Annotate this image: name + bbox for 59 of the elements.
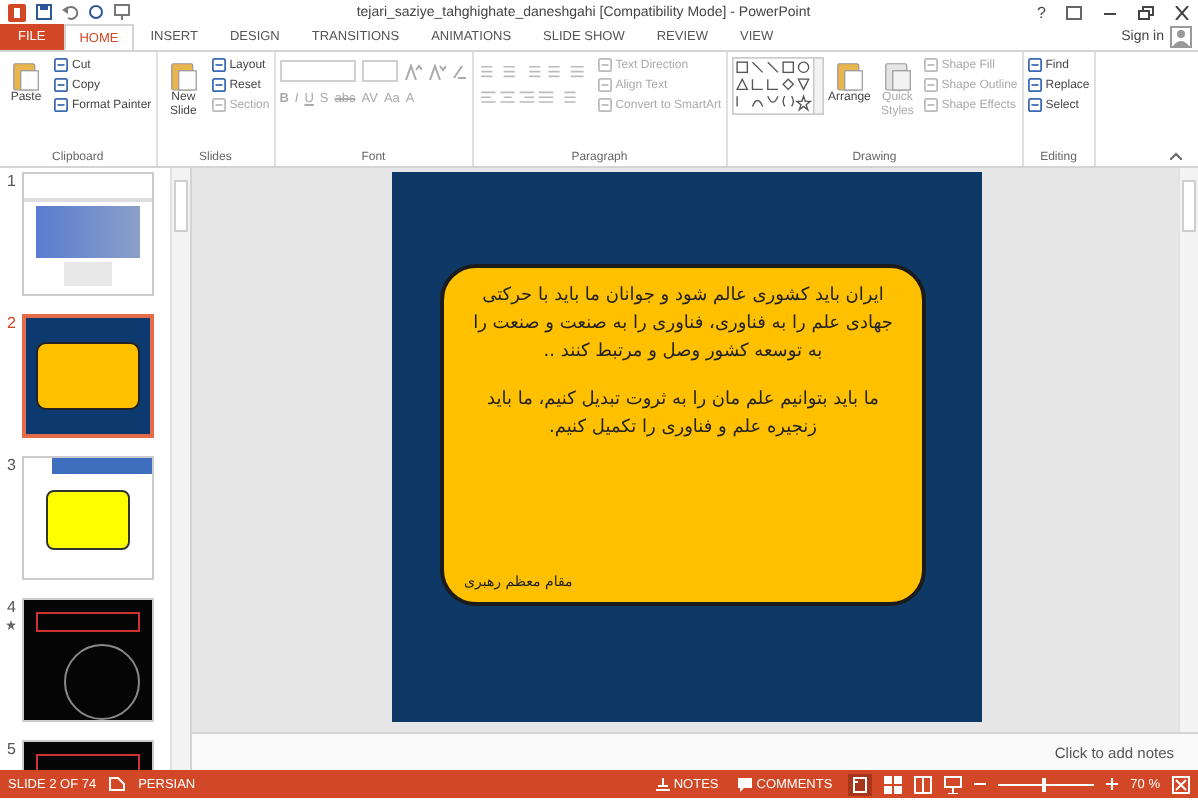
close-icon[interactable] [1174, 5, 1190, 19]
tool-icon [923, 58, 938, 72]
tool-icon [54, 98, 68, 112]
slide-thumbnail[interactable] [22, 598, 154, 722]
undo-icon[interactable] [62, 4, 78, 20]
font-size-field[interactable] [361, 60, 398, 82]
ribbon-display-icon[interactable] [1066, 5, 1082, 19]
zoom-out-icon[interactable] [974, 778, 987, 790]
slide-number: 2 [7, 314, 16, 332]
tool-icon [1027, 58, 1042, 72]
tool-icon [1027, 78, 1042, 92]
comment-icon [738, 777, 753, 791]
tool-icon [169, 60, 198, 92]
zoom-in-icon[interactable] [1106, 778, 1119, 790]
font-name-field[interactable] [279, 60, 356, 82]
tool-icon [597, 78, 612, 92]
tool-icon [1027, 98, 1042, 112]
tool-icon [835, 60, 864, 92]
tool-icon [54, 58, 68, 72]
slide-number: 3 [7, 456, 16, 474]
help-button[interactable]: ? [1037, 3, 1046, 21]
zoom-slider-thumb[interactable] [1041, 777, 1046, 791]
slide-thumbnail[interactable] [22, 172, 154, 296]
clear-format-icon[interactable] [451, 63, 468, 79]
tool-icon [211, 98, 226, 112]
shapes-gallery[interactable] [731, 56, 824, 116]
quote-text: ما باید بتوانیم علم مان را به ثروت تبدیل کنیم، ما باید زنجیره علم و فناوری را تکمیل کنیم. [485, 387, 881, 442]
collapse-ribbon-icon[interactable] [1170, 152, 1182, 160]
tool-icon [923, 78, 938, 92]
slide-thumbnail[interactable] [22, 456, 154, 580]
scrollbar[interactable] [170, 168, 190, 770]
tool-icon [211, 78, 226, 92]
normal-view-icon[interactable] [848, 773, 873, 795]
slide-show-icon[interactable] [944, 775, 963, 793]
tool-icon [883, 60, 912, 92]
slide-number: 1 [7, 172, 16, 190]
fit-to-window-icon[interactable] [1172, 775, 1190, 793]
slide-sorter-icon[interactable] [884, 775, 903, 793]
reading-view-icon[interactable] [914, 775, 933, 793]
spell-check-icon[interactable] [108, 776, 127, 792]
tool-icon [12, 60, 40, 92]
redo-icon[interactable] [88, 4, 104, 20]
tool-icon [597, 58, 612, 72]
slide-thumbnail[interactable] [22, 314, 154, 438]
slide-number: 5 [7, 740, 16, 758]
tool-icon [54, 78, 68, 92]
quote-text: ایران باید کشوری عالم شود و جوانان ما باید با حرکتی جهادی علم را به فناوری، فناوری را به صنعت و صنعت را به توسعه کشور وصل و مرتبط کنند .. [471, 284, 895, 366]
tool-icon [923, 98, 938, 112]
scrollbar[interactable] [1178, 168, 1198, 732]
slide-number: 4 [7, 598, 16, 616]
save-icon[interactable] [36, 4, 52, 20]
restore-icon[interactable] [1138, 5, 1154, 19]
notes-icon [655, 777, 670, 791]
avatar-icon[interactable] [1170, 26, 1192, 48]
font-shrink-icon[interactable] [427, 63, 446, 79]
tool-icon [211, 58, 226, 72]
tool-icon [597, 98, 612, 112]
presentation-icon[interactable] [114, 4, 130, 20]
font-grow-icon[interactable] [403, 63, 422, 79]
